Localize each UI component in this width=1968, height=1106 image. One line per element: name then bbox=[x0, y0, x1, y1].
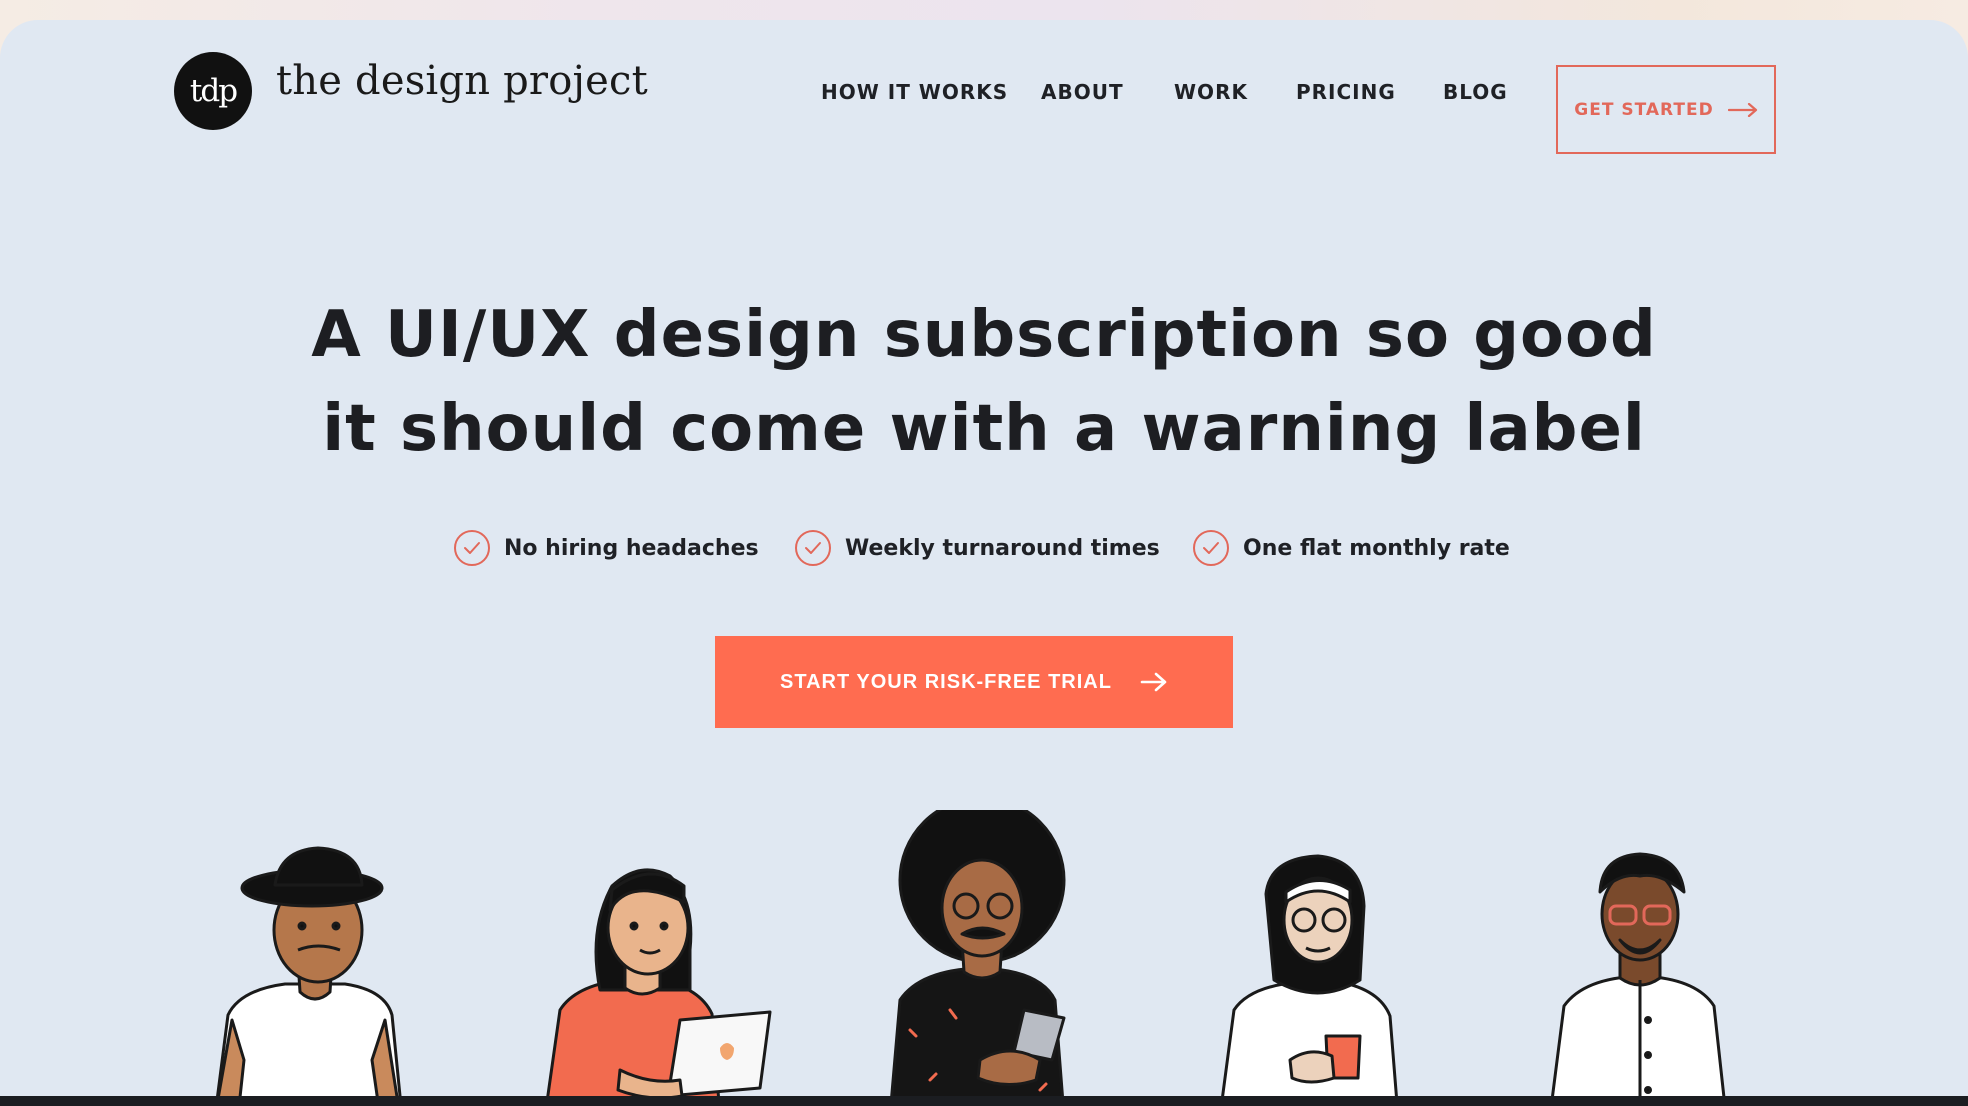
feature-item: No hiring headaches bbox=[454, 530, 759, 566]
nav-work[interactable]: WORK bbox=[1174, 80, 1248, 104]
arrow-right-icon bbox=[1727, 102, 1757, 117]
person-with-hat bbox=[216, 846, 402, 1096]
person-with-mug bbox=[1221, 854, 1398, 1096]
start-trial-label: START YOUR RISK-FREE TRIAL bbox=[780, 670, 1112, 693]
get-started-button[interactable]: GET STARTED bbox=[1556, 65, 1776, 154]
person-with-glasses bbox=[1551, 852, 1726, 1096]
feature-label: One flat monthly rate bbox=[1243, 535, 1510, 561]
hero-title-line-2: it should come with a warning label bbox=[322, 392, 1646, 466]
check-circle-icon bbox=[454, 530, 490, 566]
check-circle-icon bbox=[1193, 530, 1229, 566]
arrow-right-icon bbox=[1140, 672, 1167, 692]
feature-label: No hiring headaches bbox=[504, 535, 759, 561]
start-trial-button[interactable]: START YOUR RISK-FREE TRIAL bbox=[715, 636, 1233, 728]
nav-blog[interactable]: BLOG bbox=[1443, 80, 1508, 104]
bottom-edge-bar bbox=[0, 1096, 1968, 1106]
feature-label: Weekly turnaround times bbox=[845, 535, 1160, 561]
nav-how-it-works[interactable]: HOW IT WORKS bbox=[821, 80, 1008, 104]
check-circle-icon bbox=[795, 530, 831, 566]
landing-page: tdp the design project HOW IT WORKS ABOU… bbox=[0, 20, 1968, 1096]
logo-mark[interactable]: tdp bbox=[174, 52, 252, 130]
person-with-laptop bbox=[546, 868, 772, 1096]
person-with-afro bbox=[890, 810, 1066, 1096]
nav-pricing[interactable]: PRICING bbox=[1296, 80, 1396, 104]
hero-title: A UI/UX design subscription so good it s… bbox=[0, 288, 1968, 476]
hero-title-line-1: A UI/UX design subscription so good bbox=[311, 298, 1657, 372]
feature-item: One flat monthly rate bbox=[1193, 530, 1510, 566]
feature-item: Weekly turnaround times bbox=[795, 530, 1160, 566]
team-illustration bbox=[216, 810, 1726, 1096]
feature-list: No hiring headaches Weekly turnaround ti… bbox=[0, 530, 1968, 570]
brand-name[interactable]: the design project bbox=[276, 58, 648, 104]
get-started-label: GET STARTED bbox=[1574, 99, 1714, 120]
nav-about[interactable]: ABOUT bbox=[1041, 80, 1124, 104]
